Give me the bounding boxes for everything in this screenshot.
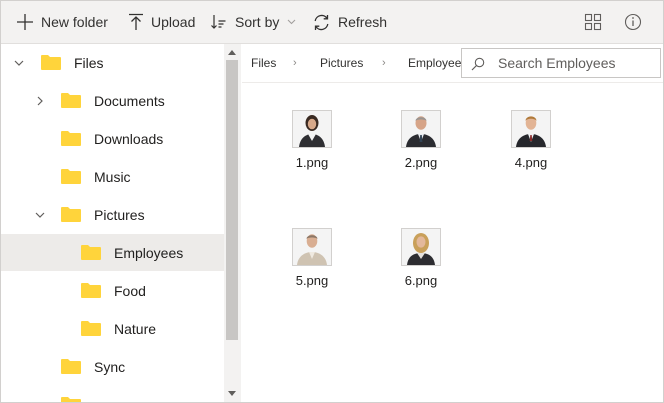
folder-icon xyxy=(61,207,81,222)
folder-icon xyxy=(61,397,81,402)
file-view: Files › Pictures › Employees Search Empl… xyxy=(242,44,663,402)
chevron-down-icon xyxy=(287,19,296,25)
folder-icon xyxy=(61,169,81,184)
tree-item-files[interactable]: Files xyxy=(1,44,224,81)
tree-item-music[interactable]: Music xyxy=(1,158,224,195)
refresh-button[interactable]: Refresh xyxy=(312,1,387,43)
file-name: 1.png xyxy=(295,155,329,170)
scrollbar-thumb[interactable] xyxy=(226,60,238,340)
upload-icon xyxy=(129,13,143,30)
file-item[interactable]: 6.png xyxy=(381,228,461,298)
tree-item-label: Sync xyxy=(94,358,126,375)
scroll-down-arrow[interactable] xyxy=(228,391,236,396)
plus-icon xyxy=(17,14,33,30)
tree-item-label: Music xyxy=(94,168,131,185)
breadcrumb-separator-icon: › xyxy=(382,57,386,69)
breadcrumb-pictures[interactable]: Pictures xyxy=(320,56,363,70)
info-icon xyxy=(624,13,642,31)
tree-item-label: Downloads xyxy=(94,130,164,147)
file-manager: New folder Upload Sort by Refresh Files … xyxy=(0,0,664,403)
search-icon xyxy=(471,57,485,71)
folder-icon xyxy=(81,245,101,260)
breadcrumb-separator-icon: › xyxy=(293,57,297,69)
sort-by-label: Sort by xyxy=(235,14,280,30)
tree-item-employees[interactable]: Employees xyxy=(1,234,224,271)
navigation-tree: Files Documents Downloads Music Pictures… xyxy=(1,44,224,402)
file-thumbnail xyxy=(292,228,332,266)
toolbar: New folder Upload Sort by Refresh xyxy=(1,1,663,44)
file-item[interactable]: 4.png xyxy=(491,110,571,180)
tree-item-label: Files xyxy=(74,54,104,71)
upload-label: Upload xyxy=(151,14,196,30)
tree-item-downloads[interactable]: Downloads xyxy=(1,120,224,157)
folder-icon xyxy=(61,93,81,108)
folder-icon xyxy=(81,321,101,336)
sort-icon xyxy=(211,15,226,29)
new-folder-button[interactable]: New folder xyxy=(16,1,108,43)
folder-icon xyxy=(41,55,61,70)
tree-item-label: Employees xyxy=(114,244,184,261)
search-box[interactable] xyxy=(461,48,661,78)
tree-item-food[interactable]: Food xyxy=(1,272,224,309)
file-item[interactable]: 2.png xyxy=(381,110,461,180)
tree-item-pictures[interactable]: Pictures xyxy=(1,196,224,233)
search-input[interactable] xyxy=(498,53,656,73)
breadcrumb-files[interactable]: Files xyxy=(251,56,276,70)
chevron-right-icon[interactable] xyxy=(34,95,46,107)
folder-icon xyxy=(81,283,101,298)
details-button[interactable] xyxy=(623,12,643,32)
file-name: 6.png xyxy=(404,273,438,288)
upload-button[interactable]: Upload xyxy=(128,1,195,43)
large-icons-view-button[interactable] xyxy=(583,12,603,32)
file-thumbnail xyxy=(401,110,441,148)
file-name: 2.png xyxy=(404,155,438,170)
scroll-up-arrow[interactable] xyxy=(228,50,236,55)
file-item[interactable]: 1.png xyxy=(272,110,352,180)
tree-item-label: Food xyxy=(114,282,146,299)
folder-icon xyxy=(61,131,81,146)
chevron-down-icon[interactable] xyxy=(13,57,25,69)
tree-item-label: Nature xyxy=(114,320,157,337)
file-thumbnail xyxy=(401,228,441,266)
breadcrumb-employees[interactable]: Employees xyxy=(408,56,467,70)
file-name: 4.png xyxy=(514,155,548,170)
grid-view-icon xyxy=(584,13,602,31)
sidebar-scrollbar[interactable] xyxy=(224,44,241,402)
folder-icon xyxy=(61,359,81,374)
file-thumbnail xyxy=(511,110,551,148)
refresh-icon xyxy=(314,14,329,30)
tree-item-label: Pictures xyxy=(94,206,145,223)
sort-by-button[interactable]: Sort by xyxy=(210,1,296,43)
file-name: 5.png xyxy=(295,273,329,288)
tree-item-label: Documents xyxy=(94,92,165,109)
file-item[interactable]: 5.png xyxy=(272,228,352,298)
tree-item-partial[interactable] xyxy=(1,386,224,402)
tree-item-nature[interactable]: Nature xyxy=(1,310,224,347)
new-folder-label: New folder xyxy=(41,14,108,30)
refresh-label: Refresh xyxy=(338,14,388,30)
chevron-down-icon[interactable] xyxy=(34,209,46,221)
tree-item-documents[interactable]: Documents xyxy=(1,82,224,119)
file-thumbnail xyxy=(292,110,332,148)
breadcrumb: Files › Pictures › Employees xyxy=(242,44,663,83)
tree-item-sync[interactable]: Sync xyxy=(1,348,224,385)
